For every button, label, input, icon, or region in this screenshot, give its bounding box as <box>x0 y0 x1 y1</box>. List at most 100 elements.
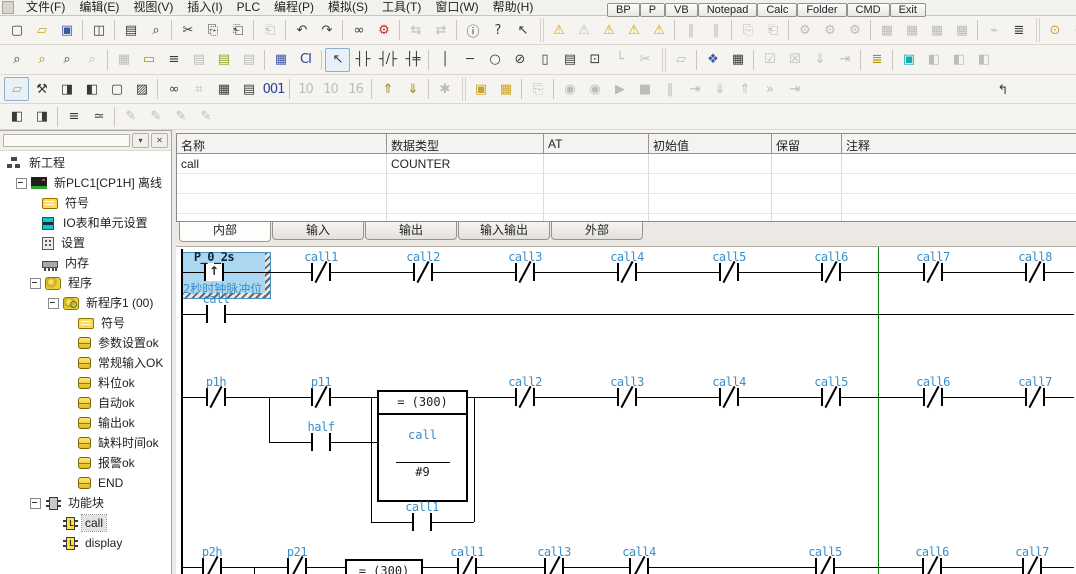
menu-item[interactable]: 插入(I) <box>180 0 229 14</box>
find-report[interactable]: ◨ <box>54 77 79 101</box>
new-instruction-params[interactable]: ▤ <box>557 48 582 72</box>
empty-symbol-row[interactable] <box>177 174 1076 194</box>
symbol-retain-cell[interactable] <box>772 154 842 173</box>
contact-nc-call5[interactable] <box>719 263 739 281</box>
tree-expander-icon[interactable] <box>48 298 59 309</box>
contact-nc-call5[interactable] <box>821 388 841 406</box>
empty-symbol-row[interactable] <box>177 194 1076 214</box>
tree-item-fb-call[interactable]: call <box>0 513 171 533</box>
tree-item-plc[interactable]: 新PLC1[CP1H] 离线 <box>0 173 171 193</box>
quick-notepad[interactable]: Notepad <box>698 3 758 17</box>
tree-item-section-input[interactable]: 常规输入OK <box>0 353 171 373</box>
tree-item-programs[interactable]: 程序 <box>0 273 171 293</box>
contact-nc-call6[interactable] <box>821 263 841 281</box>
tab-internal[interactable]: 内部 <box>179 222 271 242</box>
block-program-left[interactable]: ◧ <box>4 105 29 129</box>
select-mode[interactable]: ↖ <box>325 48 350 72</box>
copy[interactable]: ⎘ <box>200 18 225 42</box>
print[interactable]: ▤ <box>118 18 143 42</box>
new-file[interactable]: ▢ <box>4 18 29 42</box>
replace[interactable]: ⚙ <box>371 18 396 42</box>
monitor-window[interactable]: ▣ <box>896 48 921 72</box>
symbol-name-cell[interactable]: call <box>177 154 387 173</box>
tree-item-settings[interactable]: 设置 <box>0 233 171 253</box>
chevron-down-icon[interactable]: ▾ <box>132 133 149 148</box>
tree-item-fb-display[interactable]: display <box>0 533 171 553</box>
zoom-out[interactable]: ⌕ <box>4 48 29 72</box>
online-edit[interactable]: ⚠ <box>596 18 621 42</box>
cross-reference-report[interactable]: ◧ <box>79 77 104 101</box>
print-preview-doc[interactable]: ◫ <box>86 18 111 42</box>
tree-item-io-table[interactable]: IO表和单元设置 <box>0 213 171 233</box>
simulator-online[interactable]: ▣ <box>468 77 493 101</box>
tree-item-project[interactable]: 新工程 <box>0 153 171 173</box>
contact-nc-call7[interactable] <box>1022 558 1042 574</box>
contact-nc-p2h[interactable] <box>202 558 222 574</box>
symbol-row[interactable]: call COUNTER <box>177 154 1076 174</box>
find[interactable]: ∞ <box>346 18 371 42</box>
contact-nc-call4[interactable] <box>719 388 739 406</box>
contact-nc-p11[interactable] <box>311 388 331 406</box>
tab-input-output[interactable]: 输入输出 <box>458 222 550 240</box>
new-coil[interactable]: ○ <box>482 48 507 72</box>
memory-window[interactable]: 001 <box>261 77 286 101</box>
tree-item-memory[interactable]: 内存 <box>0 253 171 273</box>
workspace-grip[interactable] <box>3 134 130 147</box>
quick-folder[interactable]: Folder <box>797 3 846 17</box>
horizontal-line[interactable]: ─ <box>457 48 482 72</box>
new-window[interactable]: ▢ <box>104 77 129 101</box>
tree-item-section-alarm[interactable]: 报警ok <box>0 453 171 473</box>
contact-nc-call7[interactable] <box>923 263 943 281</box>
tree-item-section-level[interactable]: 料位ok <box>0 373 171 393</box>
empty-symbol-row[interactable] <box>177 214 1076 222</box>
align-rungs[interactable]: ≡ <box>61 105 86 129</box>
undo[interactable]: ↶ <box>289 18 314 42</box>
new-instruction[interactable]: ▯ <box>532 48 557 72</box>
toggle-project-tree[interactable]: ▱ <box>4 77 29 101</box>
save[interactable]: ▣ <box>54 18 79 42</box>
menu-item[interactable]: 模拟(S) <box>321 0 375 14</box>
fb-library[interactable]: ❖ <box>700 48 725 72</box>
fb-protect[interactable]: ▦ <box>725 48 750 72</box>
contact-no-call1[interactable] <box>412 513 432 531</box>
symbol-initial-cell[interactable] <box>649 154 772 173</box>
tree-item-section-shortage[interactable]: 缺料时间ok <box>0 433 171 453</box>
contact-nc-call2[interactable] <box>515 388 535 406</box>
redo[interactable]: ↷ <box>314 18 339 42</box>
contact-nc-call6[interactable] <box>923 388 943 406</box>
menu-item[interactable]: 视图(V) <box>126 0 180 14</box>
vertical-line[interactable]: │ <box>432 48 457 72</box>
work-online[interactable]: ⚠ <box>546 18 571 42</box>
contact-nc-call3[interactable] <box>544 558 564 574</box>
instruction-block[interactable]: = (300)call#9 <box>377 390 468 502</box>
contact-nc-p1h[interactable] <box>206 388 226 406</box>
rung-annotation-list[interactable]: ≡ <box>161 48 186 72</box>
new-fb-invocation[interactable]: ⊡ <box>582 48 607 72</box>
io-table-window[interactable]: ▤ <box>236 77 261 101</box>
contact-no-call[interactable] <box>206 305 226 323</box>
contact-no-half[interactable] <box>311 433 331 451</box>
menu-item[interactable]: 编程(P) <box>267 0 321 14</box>
close-icon[interactable]: ✕ <box>151 133 168 148</box>
contact-nc-call8[interactable] <box>1025 263 1045 281</box>
contact-nc-call2[interactable] <box>413 263 433 281</box>
rung-comment[interactable]: ▭ <box>136 48 161 72</box>
quick-bp[interactable]: BP <box>607 3 640 17</box>
context-help[interactable]: ↖ <box>510 18 535 42</box>
contact-nc-call1[interactable] <box>311 263 331 281</box>
contact-nc-call6[interactable] <box>922 558 942 574</box>
local-symbol-table[interactable]: ∞ <box>161 77 186 101</box>
quick-vb[interactable]: VB <box>665 3 698 17</box>
tab-input[interactable]: 输入 <box>272 222 364 240</box>
section-list[interactable]: ▦ <box>211 77 236 101</box>
new-contact-or[interactable]: ┤╪ <box>400 48 425 72</box>
time-chart-monitor[interactable]: ≣ <box>1006 18 1031 42</box>
zoom-in[interactable]: ⌕ <box>54 48 79 72</box>
quick-p[interactable]: P <box>640 3 665 17</box>
contact-nc-call3[interactable] <box>617 388 637 406</box>
contact-nc-call3[interactable] <box>515 263 535 281</box>
watch-window[interactable]: ≣ <box>864 48 889 72</box>
print-preview[interactable]: ⌕ <box>143 18 168 42</box>
contact-nc-call4[interactable] <box>617 263 637 281</box>
tree-item-symbols[interactable]: 符号 <box>0 193 171 213</box>
